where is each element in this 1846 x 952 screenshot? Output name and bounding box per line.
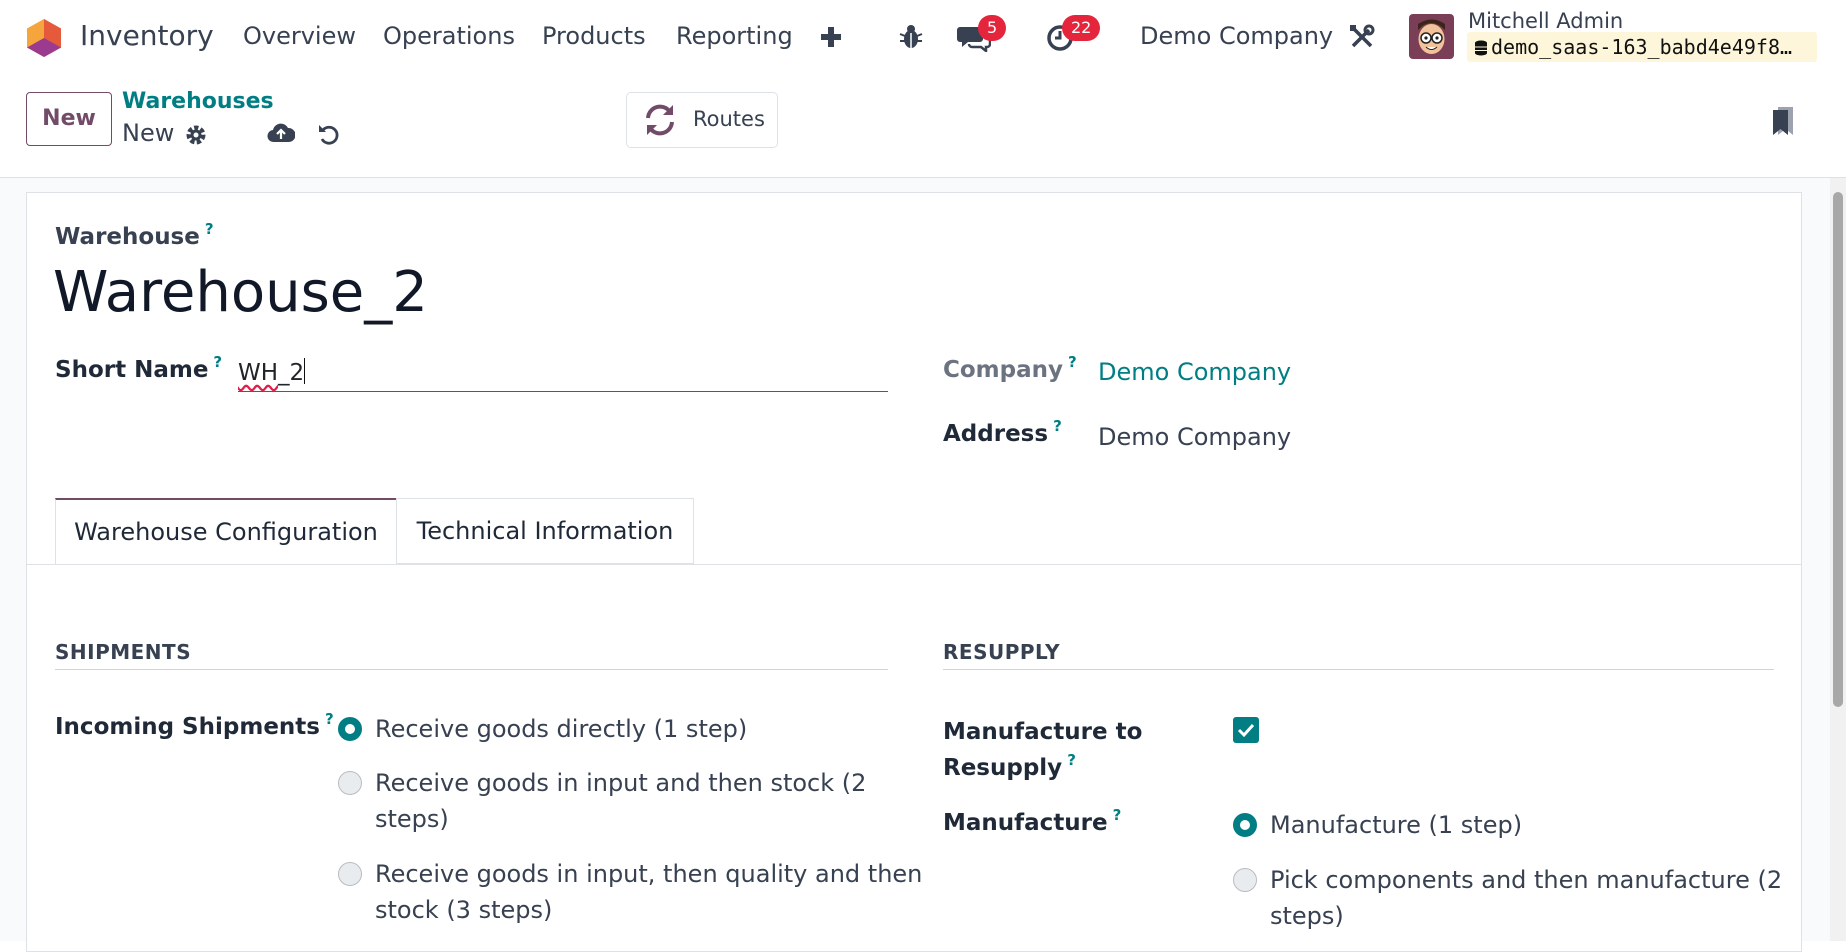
manufacture-to-resupply-label-line1: Manufacture to <box>943 719 1143 745</box>
help-icon[interactable]: ? <box>213 353 222 371</box>
incoming-3-steps-label[interactable]: Receive goods in input, then quality and… <box>375 856 922 892</box>
warehouse-label: Warehouse? <box>55 220 214 250</box>
tab-divider <box>27 564 1802 565</box>
incoming-2-steps-radio[interactable] <box>338 771 362 795</box>
undo-icon[interactable] <box>317 122 341 146</box>
tab-technical-information[interactable]: Technical Information <box>396 498 694 564</box>
address-label-text: Address <box>943 421 1049 447</box>
database-name: demo_saas-163_babd4e49f8… <box>1491 35 1793 59</box>
incoming-2-steps-label[interactable]: Receive goods in input and then stock (2 <box>375 765 866 801</box>
incoming-1-step-label[interactable]: Receive goods directly (1 step) <box>375 711 747 747</box>
company-label-text: Company <box>943 357 1063 383</box>
manufacture-to-resupply-checkbox[interactable] <box>1233 717 1259 743</box>
check-icon <box>1237 723 1255 738</box>
scrollbar[interactable] <box>1830 178 1846 941</box>
help-icon[interactable]: ? <box>1067 751 1076 769</box>
messages-badge: 5 <box>978 15 1007 41</box>
short-name-label: Short Name? <box>55 353 222 383</box>
control-panel: New Warehouses New Routes <box>0 76 1846 178</box>
user-name[interactable]: Mitchell Admin <box>1468 9 1623 33</box>
warehouse-name[interactable]: Warehouse_2 <box>53 260 428 325</box>
short-name-label-text: Short Name <box>55 357 209 383</box>
resupply-divider <box>943 669 1774 670</box>
cloud-upload-icon[interactable] <box>267 122 295 144</box>
odoo-logo-icon[interactable] <box>26 18 62 58</box>
manufacture-2-steps-label[interactable]: Pick components and then manufacture (2 <box>1270 862 1782 898</box>
gear-icon[interactable] <box>185 124 207 146</box>
bug-icon[interactable] <box>899 24 923 50</box>
database-icon <box>1475 40 1487 56</box>
incoming-3-steps-radio[interactable] <box>338 862 362 886</box>
help-icon[interactable]: ? <box>1113 806 1122 824</box>
help-icon[interactable]: ? <box>1068 353 1077 371</box>
top-navbar: Inventory Overview Operations Products R… <box>0 0 1846 76</box>
help-icon[interactable]: ? <box>1053 417 1062 435</box>
tab-warehouse-configuration[interactable]: Warehouse Configuration <box>55 498 397 564</box>
short-name-input[interactable]: WH_2 <box>238 352 888 392</box>
menu-reporting[interactable]: Reporting <box>676 22 793 50</box>
manufacture-2-steps-radio[interactable] <box>1233 868 1257 892</box>
manufacture-to-resupply-label: Manufacture to Resupply? <box>943 714 1142 788</box>
shipments-section-title: SHIPMENTS <box>55 640 192 664</box>
refresh-icon <box>646 104 674 136</box>
new-button[interactable]: New <box>26 92 112 146</box>
avatar[interactable] <box>1409 14 1454 59</box>
incoming-shipments-label-text: Incoming Shipments <box>55 714 320 740</box>
app-name[interactable]: Inventory <box>80 19 214 52</box>
company-switcher[interactable]: Demo Company <box>1140 22 1333 50</box>
incoming-3-steps-label-cont[interactable]: stock (3 steps) <box>375 892 552 928</box>
manufacture-1-step-label[interactable]: Manufacture (1 step) <box>1270 807 1522 843</box>
manufacture-label-text: Manufacture <box>943 810 1108 836</box>
company-field[interactable]: Demo Company <box>1098 358 1291 386</box>
incoming-1-step-radio[interactable] <box>338 717 362 741</box>
resupply-section-title: RESUPPLY <box>943 640 1061 664</box>
database-chip: demo_saas-163_babd4e49f8… <box>1467 32 1817 62</box>
breadcrumb-warehouses[interactable]: Warehouses <box>122 89 274 114</box>
help-icon[interactable]: ? <box>205 220 214 238</box>
incoming-shipments-label: Incoming Shipments? <box>55 710 334 740</box>
text-caret <box>304 358 306 384</box>
incoming-2-steps-label-cont[interactable]: steps) <box>375 801 449 837</box>
bookmark-icon[interactable] <box>1772 106 1794 136</box>
address-field[interactable]: Demo Company <box>1098 423 1291 451</box>
company-label: Company? <box>943 353 1077 383</box>
manufacture-label: Manufacture? <box>943 806 1121 836</box>
manufacture-2-steps-label-cont[interactable]: steps) <box>1270 898 1344 934</box>
activities-badge: 22 <box>1062 15 1101 41</box>
routes-button[interactable]: Routes <box>626 92 778 148</box>
shipments-divider <box>55 669 888 670</box>
routes-label: Routes <box>693 107 765 131</box>
address-label: Address? <box>943 417 1062 447</box>
short-name-value-prefix: WH <box>238 360 279 386</box>
manufacture-1-step-radio[interactable] <box>1233 813 1257 837</box>
menu-products[interactable]: Products <box>542 22 646 50</box>
warehouse-label-text: Warehouse <box>55 224 200 250</box>
menu-operations[interactable]: Operations <box>383 22 515 50</box>
short-name-value-suffix: _2 <box>278 360 305 386</box>
tools-icon[interactable] <box>1349 24 1375 50</box>
scroll-thumb[interactable] <box>1833 192 1843 707</box>
manufacture-to-resupply-label-line2: Resupply <box>943 755 1063 781</box>
breadcrumb-current: New <box>122 119 175 147</box>
menu-overview[interactable]: Overview <box>243 22 356 50</box>
plus-icon[interactable] <box>820 26 842 48</box>
help-icon[interactable]: ? <box>325 710 334 728</box>
